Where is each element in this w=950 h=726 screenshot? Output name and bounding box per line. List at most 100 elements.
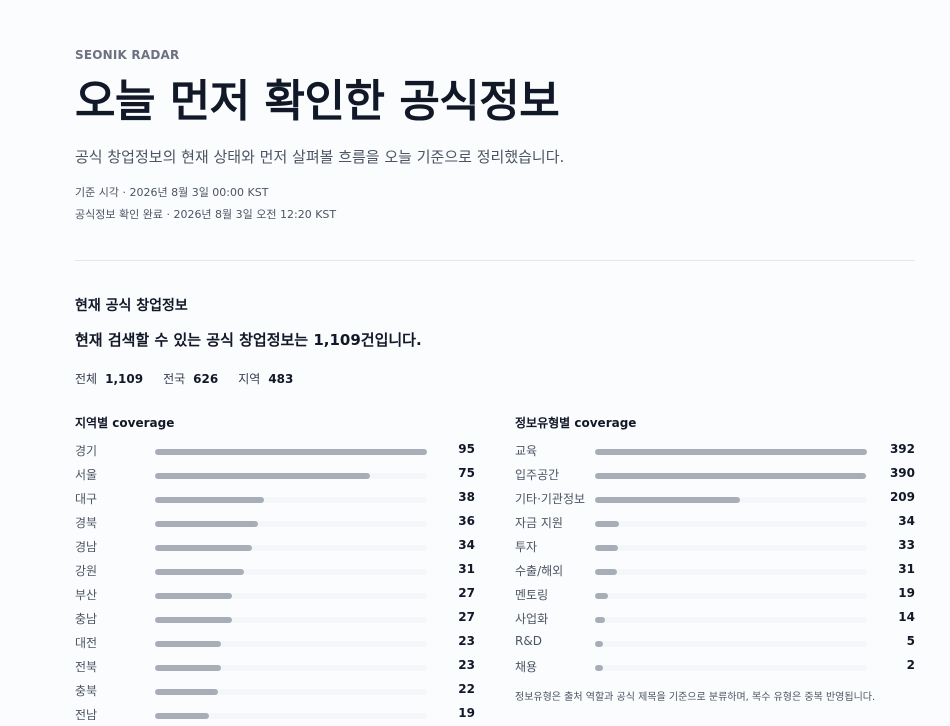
stat-label: 전체 — [75, 372, 98, 386]
section-title: 현재 공식 창업정보 — [75, 298, 188, 314]
row-value: 38 — [458, 490, 475, 504]
bar-fill — [595, 545, 618, 551]
row-label: 수출/해외 — [515, 564, 564, 578]
type-coverage-title: 정보유형별 coverage — [515, 416, 637, 430]
bar-fill — [155, 497, 264, 503]
row-label: 서울 — [75, 468, 98, 482]
bar-track — [155, 545, 427, 551]
bar-fill — [595, 593, 608, 599]
bar-track — [595, 521, 867, 527]
region-row: 충북 22 — [75, 678, 475, 702]
stat-value: 1,109 — [105, 372, 144, 386]
stat-value: 626 — [193, 372, 219, 386]
stat-label: 전국 — [163, 372, 186, 386]
bar-track — [155, 617, 427, 623]
row-value: 34 — [458, 538, 475, 552]
section-divider — [75, 260, 915, 261]
stat-regional: 지역 483 — [238, 370, 293, 387]
row-label: R&D — [515, 634, 542, 648]
stat-total: 전체 1,109 — [75, 370, 143, 387]
region-row: 대구 38 — [75, 486, 475, 510]
region-row: 강원 31 — [75, 558, 475, 582]
reference-time: 기준 시각 · 2026년 8월 3일 00:00 KST — [75, 186, 269, 199]
row-label: 대구 — [75, 492, 98, 506]
bar-track — [155, 473, 427, 479]
bar-track — [595, 545, 867, 551]
verified-time: 공식정보 확인 완료 · 2026년 8월 3일 오전 12:20 KST — [75, 208, 337, 221]
bar-fill — [595, 665, 603, 671]
bar-track — [155, 665, 427, 671]
row-value: 19 — [898, 586, 915, 600]
row-label: 경남 — [75, 540, 98, 554]
row-label: 강원 — [75, 564, 98, 578]
bar-track — [155, 569, 427, 575]
summary-headline: 현재 검색할 수 있는 공식 창업정보는 1,109건입니다. — [75, 331, 422, 349]
type-row: 채용 2 — [515, 654, 915, 678]
region-coverage-title: 지역별 coverage — [75, 416, 175, 430]
row-value: 392 — [889, 442, 915, 456]
row-label: 자금 지원 — [515, 516, 563, 530]
row-label: 전남 — [75, 708, 98, 722]
stat-national: 전국 626 — [163, 370, 218, 387]
row-label: 대전 — [75, 636, 98, 650]
type-row: 투자 33 — [515, 534, 915, 558]
row-label: 경북 — [75, 516, 98, 530]
row-label: 투자 — [515, 540, 538, 554]
type-row: 입주공간 390 — [515, 462, 915, 486]
region-row: 부산 27 — [75, 582, 475, 606]
row-value: 34 — [898, 514, 915, 528]
page-title: 오늘 먼저 확인한 공식정보 — [75, 76, 560, 127]
type-row: R&D 5 — [515, 630, 915, 654]
row-value: 27 — [458, 586, 475, 600]
row-value: 209 — [889, 490, 915, 504]
bar-fill — [155, 449, 427, 455]
bar-track — [595, 569, 867, 575]
row-value: 22 — [458, 682, 475, 696]
page-subtitle: 공식 창업정보의 현재 상태와 먼저 살펴볼 흐름을 오늘 기준으로 정리했습니… — [75, 148, 565, 166]
row-value: 95 — [458, 442, 475, 456]
bar-track — [155, 689, 427, 695]
stat-label: 지역 — [238, 372, 261, 386]
row-label: 교육 — [515, 444, 538, 458]
bar-track — [155, 521, 427, 527]
row-value: 36 — [458, 514, 475, 528]
bar-track — [595, 473, 867, 479]
region-row: 충남 27 — [75, 606, 475, 630]
bar-fill — [595, 617, 605, 623]
bar-fill — [155, 665, 221, 671]
region-row: 전북 23 — [75, 654, 475, 678]
bar-fill — [155, 689, 218, 695]
type-row: 기타·기관정보 209 — [515, 486, 915, 510]
row-label: 충북 — [75, 684, 98, 698]
bar-fill — [595, 473, 866, 479]
region-row: 전남 19 — [75, 702, 475, 726]
region-row: 서울 75 — [75, 462, 475, 486]
bar-track — [595, 641, 867, 647]
type-coverage-note: 정보유형은 출처 역할과 공식 제목을 기준으로 분류하며, 복수 유형은 중복… — [515, 692, 876, 703]
row-label: 사업화 — [515, 612, 549, 626]
bar-fill — [155, 713, 209, 719]
row-value: 31 — [898, 562, 915, 576]
row-value: 75 — [458, 466, 475, 480]
row-label: 부산 — [75, 588, 98, 602]
row-value: 27 — [458, 610, 475, 624]
row-value: 23 — [458, 658, 475, 672]
type-row: 자금 지원 34 — [515, 510, 915, 534]
bar-fill — [595, 497, 740, 503]
stat-value: 483 — [268, 372, 294, 386]
bar-track — [595, 593, 867, 599]
row-label: 채용 — [515, 660, 538, 674]
bar-fill — [155, 521, 258, 527]
row-value: 31 — [458, 562, 475, 576]
radar-page: SEONIK RADAR 오늘 먼저 확인한 공식정보 공식 창업정보의 현재 … — [0, 0, 950, 722]
bar-fill — [155, 593, 232, 599]
bar-track — [595, 665, 867, 671]
type-row: 수출/해외 31 — [515, 558, 915, 582]
bar-track — [155, 497, 427, 503]
brand-kicker: SEONIK RADAR — [75, 48, 180, 62]
row-value: 19 — [458, 706, 475, 720]
row-label: 경기 — [75, 444, 98, 458]
bar-track — [595, 449, 867, 455]
row-value: 33 — [898, 538, 915, 552]
bar-fill — [595, 569, 617, 575]
